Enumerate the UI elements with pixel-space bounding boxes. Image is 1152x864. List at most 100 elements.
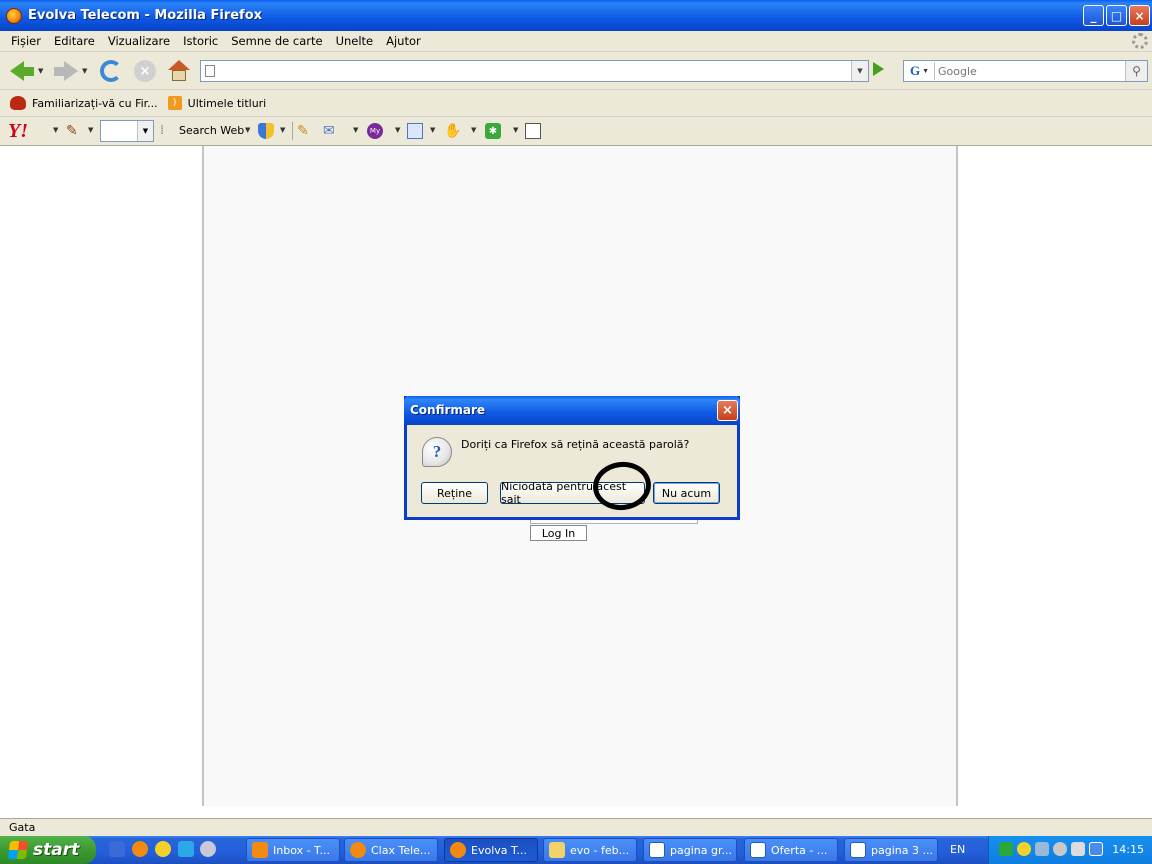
question-icon: ?	[422, 437, 452, 467]
status-bar: Gata	[0, 818, 1152, 836]
menu-bar: Fișier Editare Vizualizare Istoric Semne…	[0, 31, 1152, 52]
tray-messenger-icon[interactable]	[1017, 842, 1031, 856]
task-label: Clax Tele...	[371, 843, 431, 857]
task-inbox[interactable]: Inbox - T...	[246, 838, 340, 862]
messenger-dropdown-icon[interactable]: ▼	[513, 126, 518, 134]
task-evolva[interactable]: Evolva T...	[444, 838, 538, 862]
search-web-button[interactable]: Search Web	[179, 124, 244, 137]
yahoo-logo[interactable]: Y!	[8, 120, 28, 143]
save-password-dialog: Confirmare × ? Doriți ca Firefox să reți…	[404, 396, 740, 520]
dialog-close-button[interactable]: ×	[717, 400, 738, 421]
home-button[interactable]	[168, 59, 190, 83]
url-input[interactable]	[221, 63, 846, 79]
yahoo-search-input[interactable]: ▼	[100, 120, 154, 142]
shield-dropdown-icon[interactable]: ▼	[280, 126, 285, 134]
menu-view[interactable]: Vizualizare	[108, 34, 170, 48]
mail-icon[interactable]: ✉	[323, 123, 339, 139]
task-label: Evolva T...	[471, 843, 527, 857]
google-icon: G	[909, 63, 921, 78]
yahoo-menu-dropdown-icon[interactable]: ▼	[53, 126, 58, 134]
forward-history-dropdown-icon[interactable]: ▼	[82, 67, 87, 75]
menu-edit[interactable]: Editare	[54, 34, 95, 48]
task-label: evo - feb...	[570, 843, 630, 857]
task-label: pagina 3 ...	[871, 843, 933, 857]
search-web-dropdown-icon[interactable]: ▼	[245, 126, 250, 134]
go-arrow-icon[interactable]	[873, 62, 884, 76]
word-doc-icon	[850, 842, 866, 858]
back-button[interactable]: ▼	[10, 59, 43, 83]
word-doc-icon	[649, 842, 665, 858]
quicklaunch-firefox-icon[interactable]	[132, 841, 148, 857]
tray-security-icon[interactable]	[1053, 842, 1067, 856]
yahoo-search-dropdown-icon[interactable]: ▼	[137, 121, 153, 141]
bookmark-label: Familiarizați-vă cu Fir...	[32, 96, 158, 110]
tray-volume-icon[interactable]	[1071, 842, 1085, 856]
menu-help[interactable]: Ajutor	[386, 34, 421, 48]
sign-out-icon[interactable]	[525, 123, 541, 139]
my-yahoo-dropdown-icon[interactable]: ▼	[395, 126, 400, 134]
task-evo-folder[interactable]: evo - feb...	[543, 838, 637, 862]
remember-button[interactable]: Reține	[421, 482, 488, 504]
messenger-icon[interactable]: ✱	[485, 123, 501, 139]
menu-bookmarks[interactable]: Semne de carte	[231, 34, 322, 48]
menu-tools[interactable]: Unelte	[336, 34, 374, 48]
search-input[interactable]	[938, 63, 1123, 79]
yahoo-toolbar: Y! ▼ ✎ ▼ ▼ ⁞ Search Web ▼ ▼ ✎ ✉ ▼ My ▼ ▼…	[0, 117, 1152, 146]
windows-flag-icon	[7, 841, 29, 859]
login-button[interactable]: Log In	[530, 525, 587, 541]
window-title: Evolva Telecom - Mozilla Firefox	[28, 8, 263, 23]
shield-icon[interactable]	[258, 123, 274, 139]
home-roof	[168, 60, 190, 70]
tray-monitor-icon[interactable]	[1089, 842, 1103, 856]
bookmark-latest-headlines[interactable]: ) Ultimele titluri	[167, 96, 266, 110]
task-pagina-3[interactable]: pagina 3 ...	[844, 838, 938, 862]
quicklaunch-messenger-icon[interactable]	[155, 841, 171, 857]
menu-file[interactable]: Fișier	[11, 34, 41, 48]
task-pagina-gr[interactable]: pagina gr...	[643, 838, 737, 862]
word-doc-icon	[750, 842, 766, 858]
clock[interactable]: 14:15	[1112, 843, 1144, 856]
task-oferta[interactable]: Oferta - ...	[744, 838, 838, 862]
page-icon	[205, 65, 215, 77]
close-button[interactable]: ×	[1129, 5, 1150, 26]
system-tray: 14:15	[988, 836, 1152, 864]
back-history-dropdown-icon[interactable]: ▼	[38, 67, 43, 75]
bookmarks-dropdown-icon[interactable]: ▼	[430, 126, 435, 134]
firefox-task-icon	[350, 842, 366, 858]
tray-display-icon[interactable]	[1035, 842, 1049, 856]
dialog-titlebar[interactable]: Confirmare ×	[404, 396, 740, 425]
search-engine-selector[interactable]: G ▼	[905, 62, 935, 80]
search-icon[interactable]: ⚲	[1125, 61, 1147, 81]
engine-dropdown-icon: ▼	[922, 67, 930, 75]
bookmark-getting-started[interactable]: Familiarizați-vă cu Fir...	[10, 96, 158, 110]
hand-icon[interactable]: ✋	[444, 123, 461, 139]
mail-dropdown-icon[interactable]: ▼	[353, 126, 358, 134]
menu-history[interactable]: Istoric	[183, 34, 218, 48]
window-titlebar[interactable]: Evolva Telecom - Mozilla Firefox _ □ ×	[0, 0, 1152, 31]
start-label: start	[33, 840, 80, 860]
maximize-button[interactable]: □	[1106, 5, 1127, 26]
quicklaunch-app-icon[interactable]	[178, 841, 194, 857]
url-history-dropdown-icon[interactable]: ▼	[851, 61, 868, 81]
highlighter-icon[interactable]: ✎	[297, 123, 313, 139]
reload-button[interactable]	[100, 59, 122, 83]
pencil-dropdown-icon[interactable]: ▼	[88, 126, 93, 134]
start-button[interactable]: start	[0, 836, 96, 864]
bookmarks-icon[interactable]	[407, 123, 423, 139]
search-bar[interactable]: G▼ ⚲	[903, 60, 1148, 82]
quicklaunch-tool-icon[interactable]	[200, 841, 216, 857]
forward-button[interactable]: ▼	[54, 59, 87, 83]
address-bar[interactable]: ▼	[200, 60, 869, 82]
language-indicator[interactable]: EN	[950, 843, 965, 856]
quicklaunch-ie-icon[interactable]	[109, 841, 125, 857]
pencil-icon[interactable]: ✎	[66, 123, 82, 139]
forward-arrow-icon	[64, 61, 78, 81]
my-yahoo-icon[interactable]: My	[367, 123, 383, 139]
hand-dropdown-icon[interactable]: ▼	[471, 126, 476, 134]
stop-button[interactable]: ×	[134, 59, 156, 83]
task-clax[interactable]: Clax Tele...	[344, 838, 438, 862]
back-arrow-icon	[10, 61, 24, 81]
tray-network-icon[interactable]	[999, 842, 1013, 856]
minimize-button[interactable]: _	[1083, 5, 1104, 26]
not-now-button[interactable]: Nu acum	[653, 482, 720, 504]
